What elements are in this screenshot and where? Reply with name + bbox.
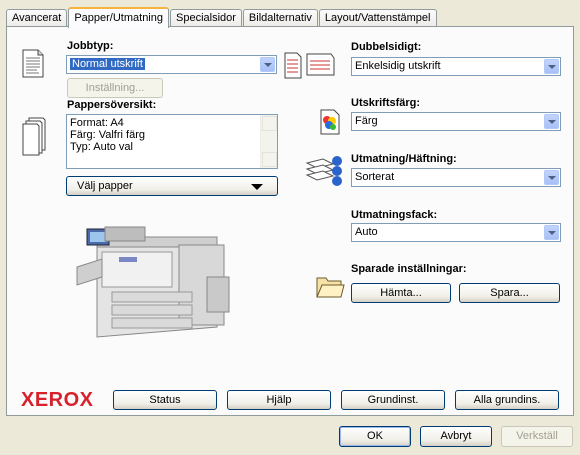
save-settings-button[interactable]: Spara... xyxy=(459,283,560,303)
color-icon xyxy=(320,109,340,135)
output-tray-select[interactable]: Auto xyxy=(351,223,561,242)
output-finishing-value: Sorterat xyxy=(355,171,395,183)
paper-summary-label: Pappersöversikt: xyxy=(67,99,157,111)
scroll-up-button[interactable] xyxy=(262,116,277,131)
scrollbar[interactable] xyxy=(260,115,277,168)
defaults-button[interactable]: Grundinst. xyxy=(341,390,445,410)
duplex-select[interactable]: Enkelsidig utskrift xyxy=(351,57,561,76)
status-button[interactable]: Status xyxy=(113,390,217,410)
paper-stack-icon xyxy=(22,117,46,156)
chevron-down-icon[interactable] xyxy=(260,57,275,72)
paper-summary-list[interactable]: Format: A4 Färg: Valfri färg Typ: Auto v… xyxy=(66,114,278,169)
duplex-value: Enkelsidig utskrift xyxy=(355,60,441,72)
print-color-label: Utskriftsfärg: xyxy=(351,97,421,109)
all-defaults-button[interactable]: Alla grundins. xyxy=(455,390,559,410)
select-paper-label: Välj papper xyxy=(77,180,133,192)
tab-panel: Jobbtyp: Normal utskrift Inställning... … xyxy=(6,26,574,416)
duplex-icon xyxy=(284,52,335,79)
duplex-label: Dubbelsidigt: xyxy=(351,41,422,53)
jobtype-settings-button[interactable]: Inställning... xyxy=(67,78,163,98)
print-color-value: Färg xyxy=(355,115,378,127)
saved-settings-label: Sparade inställningar: xyxy=(351,263,467,275)
tab-paper-output[interactable]: Papper/Utmatning xyxy=(68,7,169,28)
jobtype-value: Normal utskrift xyxy=(70,58,145,70)
chevron-down-icon[interactable] xyxy=(544,59,559,74)
cancel-button[interactable]: Avbryt xyxy=(420,426,492,447)
ok-button[interactable]: OK xyxy=(339,426,411,447)
output-tray-value: Auto xyxy=(355,226,378,238)
print-color-select[interactable]: Färg xyxy=(351,112,561,131)
folder-icon xyxy=(316,277,345,298)
tab-special-pages[interactable]: Specialsidor xyxy=(170,9,242,27)
paper-size-line: Format: A4 xyxy=(70,117,124,129)
document-icon xyxy=(22,49,44,78)
paper-color-line: Färg: Valfri färg xyxy=(70,129,145,141)
output-tray-label: Utmatningsfack: xyxy=(351,209,438,221)
scroll-down-button[interactable] xyxy=(262,152,277,167)
tab-bar: Avancerat Papper/Utmatning Specialsidor … xyxy=(6,7,438,28)
tab-image-options[interactable]: Bildalternativ xyxy=(242,9,318,27)
collate-icon xyxy=(305,156,342,186)
printer-image xyxy=(76,226,230,338)
select-paper-button[interactable]: Välj papper xyxy=(66,176,278,196)
paper-type-line: Typ: Auto val xyxy=(70,141,133,153)
output-finishing-select[interactable]: Sorterat xyxy=(351,168,561,187)
jobtype-select[interactable]: Normal utskrift xyxy=(66,55,277,74)
tab-layout-watermark[interactable]: Layout/Vattenstämpel xyxy=(318,9,437,27)
chevron-down-icon[interactable] xyxy=(544,225,559,240)
triangle-down-icon xyxy=(251,184,263,190)
apply-button[interactable]: Verkställ xyxy=(501,426,573,447)
jobtype-label: Jobbtyp: xyxy=(67,40,114,52)
output-finishing-label: Utmatning/Häftning: xyxy=(351,153,457,165)
xerox-logo: XEROX xyxy=(21,389,94,411)
load-settings-button[interactable]: Hämta... xyxy=(351,283,451,303)
chevron-down-icon[interactable] xyxy=(544,170,559,185)
tab-advanced[interactable]: Avancerat xyxy=(6,9,68,27)
help-button[interactable]: Hjälp xyxy=(227,390,331,410)
chevron-down-icon[interactable] xyxy=(544,114,559,129)
